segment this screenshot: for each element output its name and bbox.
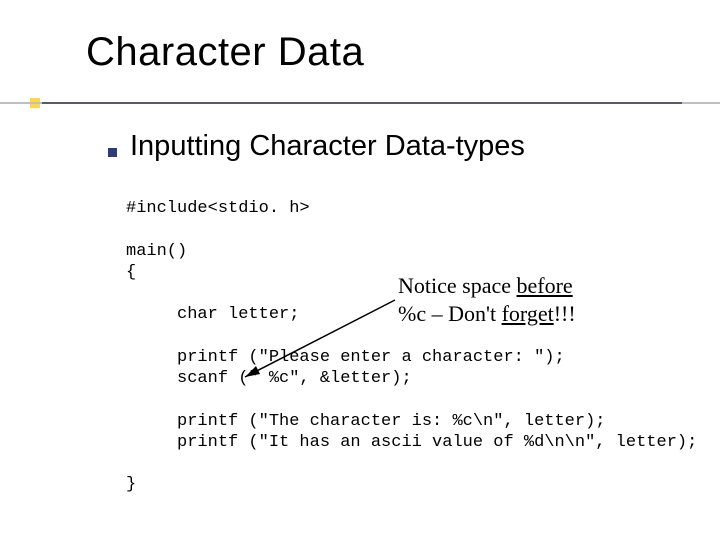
slide: Character Data Inputting Character Data-…	[0, 0, 720, 540]
code-block: #include<stdio. h> main() { char letter;…	[126, 198, 697, 496]
annotation-line1-underline: before	[517, 273, 573, 298]
rule-dark	[42, 102, 682, 104]
bullet-icon	[108, 148, 117, 157]
annotation-line2-mid: – Don't	[426, 301, 501, 326]
annotation-line2-pre: %c	[398, 301, 426, 326]
slide-title: Character Data	[86, 30, 364, 75]
annotation-line2-tail: !!!	[554, 301, 576, 326]
annotation-callout: Notice space before %c – Don't forget!!!	[398, 272, 576, 327]
annotation-line2-underline: forget	[502, 301, 554, 326]
annotation-line1-pre: Notice space	[398, 273, 517, 298]
subtitle: Inputting Character Data-types	[130, 130, 525, 163]
